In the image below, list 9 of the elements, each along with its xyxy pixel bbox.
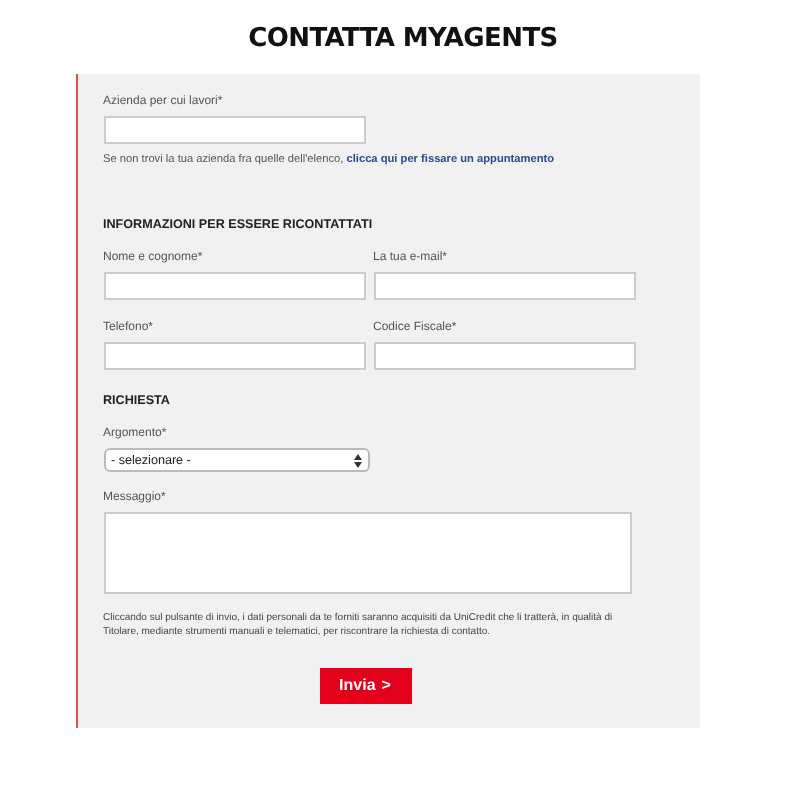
stepper-icon: [353, 453, 361, 467]
message-textarea[interactable]: [103, 512, 631, 594]
page-title: CONTATTA MYAGENTS: [248, 24, 558, 54]
company-input[interactable]: [103, 116, 365, 144]
submit-button[interactable]: Invia >: [319, 667, 411, 703]
text-input[interactable]: [373, 272, 635, 300]
text-input[interactable]: [103, 342, 365, 370]
text-input[interactable]: [373, 342, 635, 370]
text-input[interactable]: [103, 272, 365, 300]
